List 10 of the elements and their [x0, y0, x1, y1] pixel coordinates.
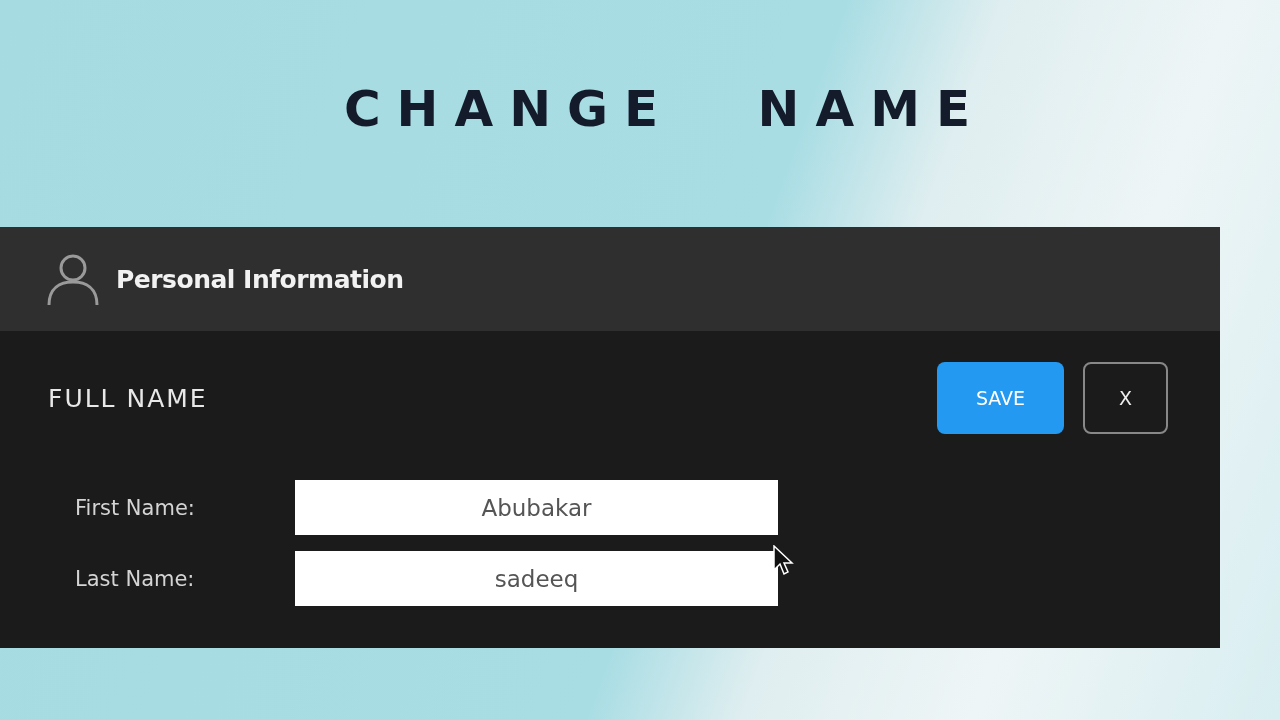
- close-button[interactable]: X: [1083, 362, 1168, 434]
- page-heading: CHANGE NAME: [343, 79, 987, 138]
- user-icon: [46, 252, 100, 306]
- field-label: Last Name:: [74, 566, 196, 591]
- section-title: FULL NAME: [48, 383, 208, 413]
- field-label: First Name:: [74, 495, 196, 520]
- input-field[interactable]: sadeeq: [295, 551, 778, 606]
- panel-title: Personal Information: [116, 264, 404, 294]
- input-field[interactable]: Abubakar: [295, 480, 778, 535]
- mouse-pointer-icon: [772, 545, 794, 577]
